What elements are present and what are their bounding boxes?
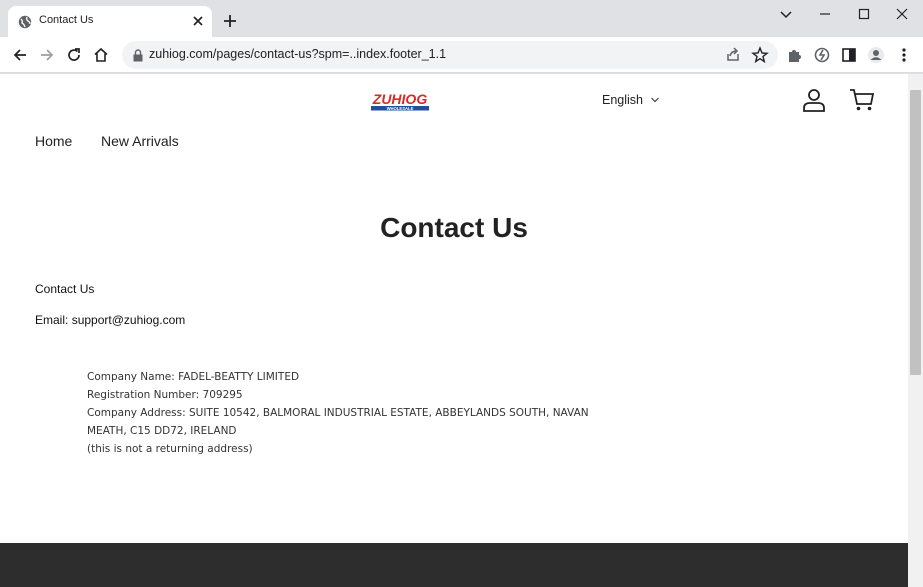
- company-info: Company Name: FADEL-BEATTY LIMITED Regis…: [87, 368, 589, 458]
- address-bar[interactable]: zuhiog.com/pages/contact-us?spm=..index.…: [122, 41, 778, 69]
- return-note: (this is not a returning address): [87, 443, 253, 455]
- url-text[interactable]: zuhiog.com/pages/contact-us?spm=..index.…: [149, 47, 446, 61]
- side-panel-icon[interactable]: [840, 46, 858, 64]
- back-icon[interactable]: [11, 46, 29, 64]
- lock-icon[interactable]: [132, 49, 144, 62]
- svg-text:ZUHIOG: ZUHIOG: [372, 91, 428, 107]
- tab-strip: Contact Us: [0, 0, 923, 37]
- company-address-cont: MEATH, C15 DD72, IRELAND: [87, 425, 237, 437]
- tab-title: Contact Us: [39, 14, 94, 26]
- site-footer: [0, 543, 908, 587]
- nav-new-arrivals[interactable]: New Arrivals: [101, 133, 179, 149]
- minimize-icon[interactable]: [816, 6, 834, 22]
- contact-heading: Contact Us: [35, 282, 95, 296]
- tab-close-icon[interactable]: [191, 14, 205, 28]
- tab-search-chevron-icon[interactable]: [777, 6, 795, 22]
- scrollbar[interactable]: [908, 74, 923, 587]
- forward-icon[interactable]: [38, 46, 56, 64]
- language-selector[interactable]: English: [602, 93, 643, 107]
- nav-home[interactable]: Home: [35, 133, 72, 149]
- reload-icon[interactable]: [65, 46, 83, 64]
- chevron-down-icon[interactable]: [650, 96, 660, 104]
- scrollbar-thumb[interactable]: [910, 90, 921, 375]
- company-address: Company Address: SUITE 10542, BALMORAL I…: [87, 407, 589, 419]
- profile-icon[interactable]: [867, 46, 885, 64]
- home-icon[interactable]: [92, 46, 110, 64]
- globe-icon: [18, 15, 32, 29]
- maximize-icon[interactable]: [855, 6, 873, 22]
- svg-text:WHOLESALE: WHOLESALE: [387, 106, 414, 111]
- browser-tab[interactable]: Contact Us: [8, 6, 212, 37]
- sync-icon[interactable]: [813, 46, 831, 64]
- email-label: Email:: [35, 313, 69, 327]
- email-address[interactable]: support@zuhiog.com: [72, 313, 186, 327]
- account-icon[interactable]: [802, 88, 826, 112]
- company-name: Company Name: FADEL-BEATTY LIMITED: [87, 371, 300, 383]
- extensions-icon[interactable]: [786, 46, 804, 64]
- site-logo[interactable]: ZUHIOG WHOLESALE: [369, 91, 431, 111]
- page-title: Contact Us: [380, 212, 528, 243]
- new-tab-icon[interactable]: [222, 13, 238, 29]
- star-icon[interactable]: [751, 46, 769, 64]
- menu-icon[interactable]: [895, 46, 913, 64]
- web-page: ZUHIOG WHOLESALE English Home New Arriva…: [0, 74, 908, 587]
- close-icon[interactable]: [893, 6, 911, 22]
- cart-icon[interactable]: [849, 88, 875, 112]
- share-icon[interactable]: [724, 46, 742, 64]
- browser-toolbar: zuhiog.com/pages/contact-us?spm=..index.…: [0, 37, 923, 73]
- email-line: Email: support@zuhiog.com: [35, 313, 185, 327]
- registration-number: Registration Number: 709295: [87, 389, 243, 401]
